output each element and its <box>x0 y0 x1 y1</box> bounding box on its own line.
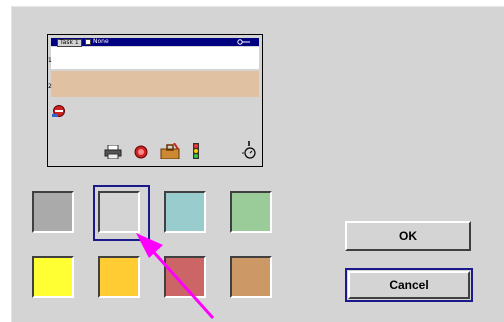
callout-arrow <box>136 233 215 320</box>
